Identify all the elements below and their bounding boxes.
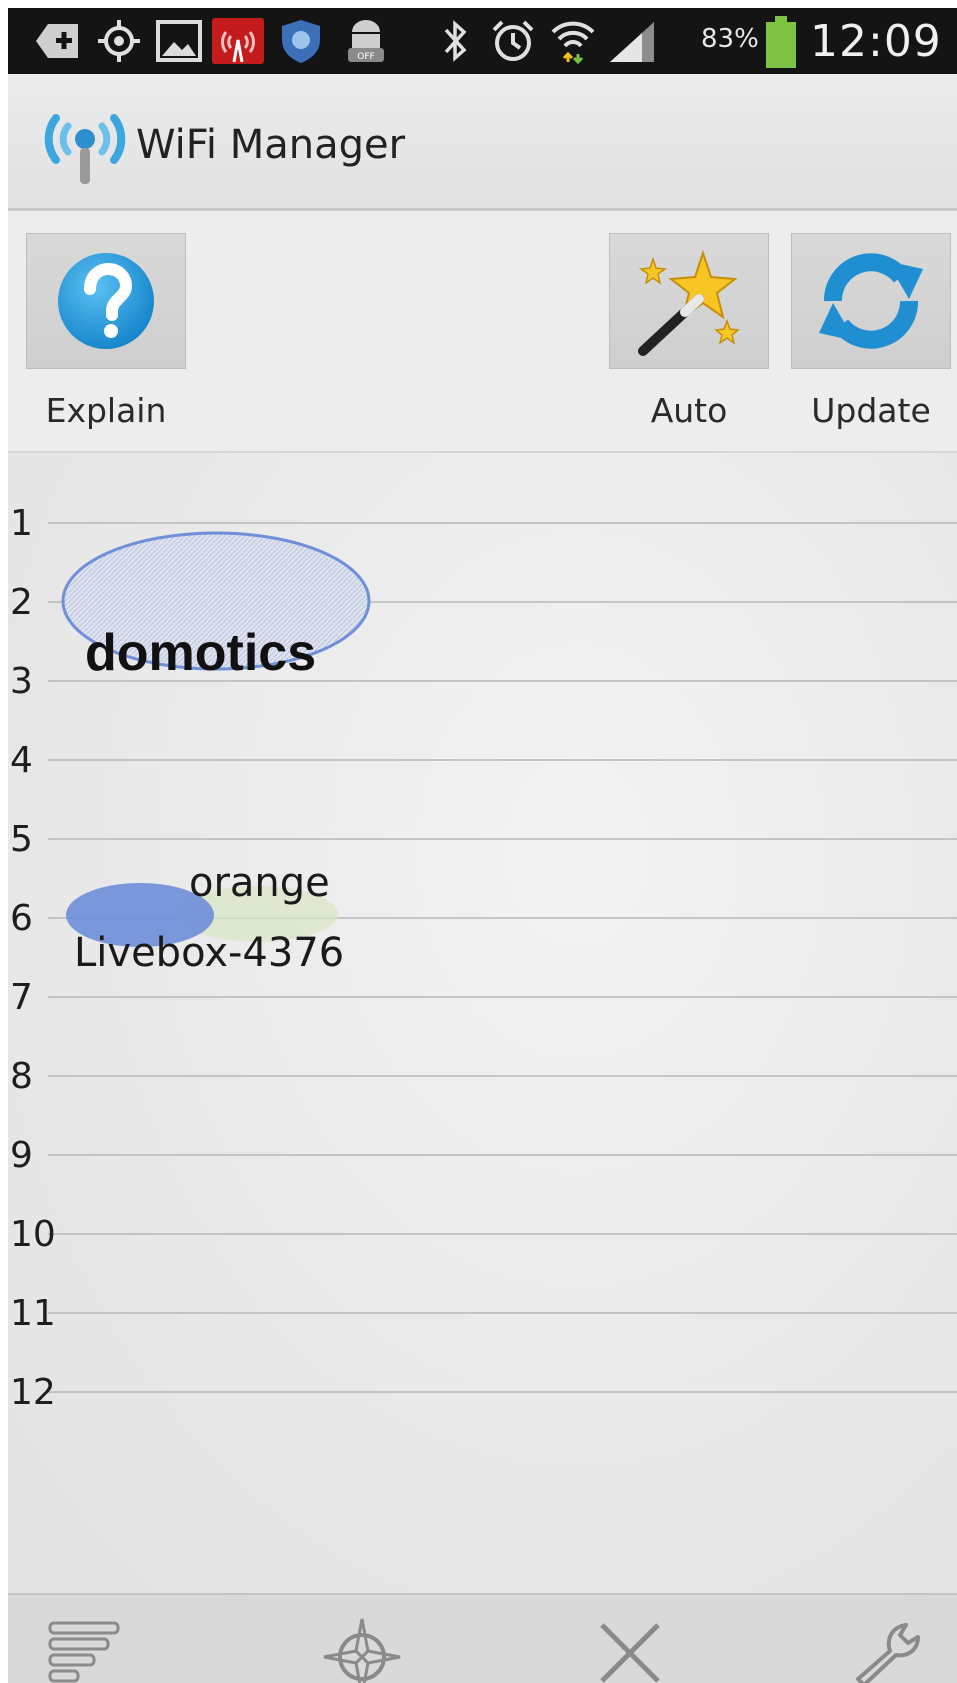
magic-wand-icon <box>638 249 740 356</box>
add-icon <box>36 24 78 58</box>
channel-number-11: 11 <box>10 1293 56 1334</box>
channel-number-1: 1 <box>10 503 33 544</box>
settings-wrench-icon[interactable] <box>850 1617 930 1683</box>
svg-text:OFF: OFF <box>357 52 374 62</box>
update-label: Update <box>811 391 931 430</box>
wifi-icon <box>551 21 595 64</box>
channel-number-12: 12 <box>10 1372 56 1413</box>
channel-number-5: 5 <box>10 819 33 860</box>
app-title: WiFi Manager <box>136 122 406 168</box>
signal-icon <box>610 22 654 62</box>
wifi-antenna-icon[interactable] <box>40 98 130 188</box>
help-icon <box>58 253 154 349</box>
network-label-orange[interactable]: orange <box>189 860 330 906</box>
battery-icon <box>766 16 796 68</box>
network-label-livebox[interactable]: Livebox-4376 <box>74 930 344 976</box>
close-icon[interactable] <box>590 1617 670 1683</box>
channel-number-10: 10 <box>10 1214 56 1255</box>
status-bar: OFF 83% 12:09 <box>8 8 957 74</box>
auto-button[interactable] <box>609 233 769 369</box>
explain-label: Explain <box>45 391 167 430</box>
channel-number-9: 9 <box>10 1135 33 1176</box>
toolbar: Explain Auto Update <box>8 211 957 453</box>
channel-number-2: 2 <box>10 582 33 623</box>
channel-number-4: 4 <box>10 740 33 781</box>
explain-button[interactable] <box>26 233 186 369</box>
gallery-icon <box>156 20 202 62</box>
bluetooth-icon <box>444 20 467 62</box>
alarm-icon <box>492 20 534 61</box>
app-screen: OFF 83% 12:09 WiFi Manager Explain Auto … <box>8 8 957 1683</box>
channel-number-8: 8 <box>10 1056 33 1097</box>
locate-icon[interactable] <box>322 1617 402 1683</box>
battery-percent: 83% <box>701 24 759 54</box>
channel-number-7: 7 <box>10 977 33 1018</box>
clock: 12:09 <box>810 16 942 67</box>
update-tool: Update <box>791 233 951 430</box>
update-button[interactable] <box>791 233 951 369</box>
shield-app-icon <box>282 20 320 63</box>
refresh-icon <box>819 253 923 349</box>
bottom-bar <box>8 1593 957 1683</box>
android-app-icon: OFF <box>348 20 384 62</box>
auto-label: Auto <box>650 391 728 430</box>
auto-tool: Auto <box>609 233 769 430</box>
action-bar: WiFi Manager <box>8 74 957 211</box>
channel-number-3: 3 <box>10 661 33 702</box>
explain-tool: Explain <box>26 233 186 430</box>
sort-icon[interactable] <box>46 1617 126 1683</box>
channel-number-6: 6 <box>10 898 33 939</box>
channel-graph-canvas: 123456789101112 domotics orange Livebox-… <box>10 503 957 1413</box>
network-label-domotics[interactable]: domotics <box>85 624 316 682</box>
gps-icon <box>98 20 140 62</box>
antenna-alert-icon <box>212 18 264 64</box>
channel-graph[interactable]: 1 2 3 4 5 6 7 8 9 10 11 12 domotics orange Livebox-… <box>8 453 957 1593</box>
